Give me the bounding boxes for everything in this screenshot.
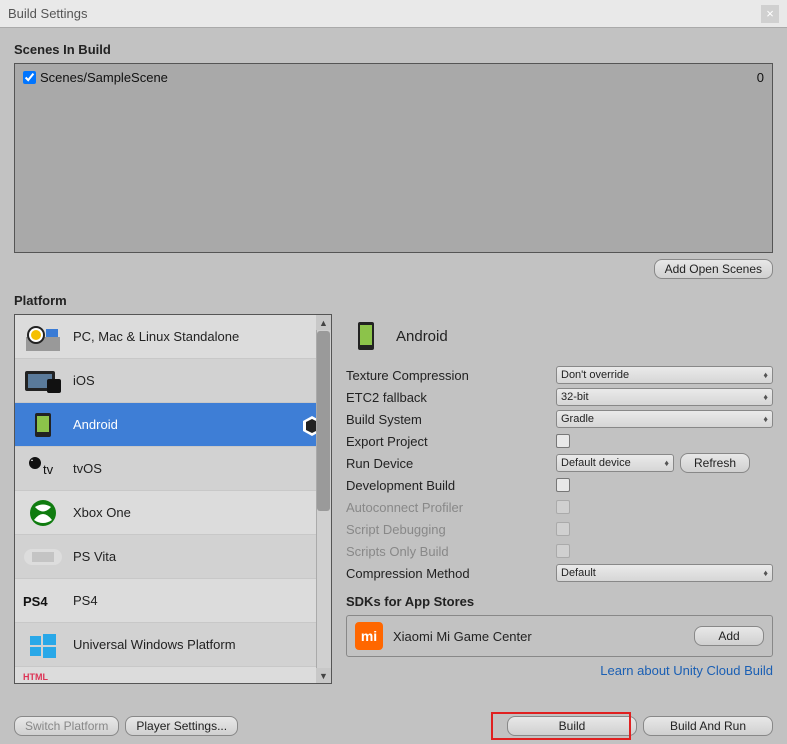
platform-item-ios[interactable]: iOS	[15, 359, 331, 403]
scene-index: 0	[757, 70, 768, 85]
sdk-name: Xiaomi Mi Game Center	[393, 629, 532, 644]
scenes-label: Scenes In Build	[14, 42, 773, 57]
scenes-list[interactable]: Scenes/SampleScene 0	[14, 63, 773, 253]
platform-item-label: PC, Mac & Linux Standalone	[73, 329, 239, 344]
build-system-label: Build System	[346, 412, 556, 427]
android-icon	[346, 321, 386, 351]
chevron-updown-icon: ♦	[763, 370, 768, 380]
development-build-label: Development Build	[346, 478, 556, 493]
scroll-thumb[interactable]	[317, 331, 330, 511]
titlebar: Build Settings ×	[0, 0, 787, 28]
platform-item-label: Xbox One	[73, 505, 131, 520]
platform-item-label: HTML	[23, 672, 48, 682]
run-device-dropdown[interactable]: Default device♦	[556, 454, 674, 472]
ios-icon	[23, 366, 63, 396]
platform-item-uwp[interactable]: Universal Windows Platform	[15, 623, 331, 667]
svg-text:PS4: PS4	[23, 594, 48, 609]
scene-checkbox[interactable]	[23, 71, 36, 84]
texture-compression-label: Texture Compression	[346, 368, 556, 383]
platform-settings-pane: Android Texture Compression Don't overri…	[346, 314, 773, 684]
sdk-row: mi Xiaomi Mi Game Center Add	[346, 615, 773, 657]
standalone-icon	[23, 322, 63, 352]
platform-item-label: PS Vita	[73, 549, 116, 564]
switch-platform-button[interactable]: Switch Platform	[14, 716, 119, 736]
scene-row[interactable]: Scenes/SampleScene 0	[19, 68, 768, 87]
ps4-icon: PS4	[23, 586, 63, 616]
compression-method-label: Compression Method	[346, 566, 556, 581]
scene-name: Scenes/SampleScene	[40, 70, 168, 85]
platform-item-label: Android	[73, 417, 118, 432]
footer: Switch Platform Player Settings... Build…	[14, 716, 773, 736]
platform-item-label: tvOS	[73, 461, 102, 476]
build-system-dropdown[interactable]: Gradle♦	[556, 410, 773, 428]
player-settings-button[interactable]: Player Settings...	[125, 716, 238, 736]
android-icon	[23, 410, 63, 440]
scroll-down-icon[interactable]: ▼	[316, 668, 331, 683]
xiaomi-icon: mi	[355, 622, 383, 650]
platform-list[interactable]: PC, Mac & Linux Standalone iOS Android	[14, 314, 332, 684]
platform-item-html[interactable]: HTML	[15, 667, 331, 684]
run-device-label: Run Device	[346, 456, 556, 471]
chevron-updown-icon: ♦	[664, 458, 669, 468]
platform-item-label: iOS	[73, 373, 95, 388]
etc2-fallback-label: ETC2 fallback	[346, 390, 556, 405]
script-debugging-checkbox	[556, 522, 570, 536]
svg-text:tv: tv	[43, 462, 54, 477]
cloud-build-link[interactable]: Learn about Unity Cloud Build	[346, 663, 773, 678]
autoconnect-profiler-checkbox	[556, 500, 570, 514]
sdk-add-button[interactable]: Add	[694, 626, 764, 646]
chevron-updown-icon: ♦	[763, 392, 768, 402]
platform-label: Platform	[14, 293, 773, 308]
build-and-run-button[interactable]: Build And Run	[643, 716, 773, 736]
scripts-only-label: Scripts Only Build	[346, 544, 556, 559]
scroll-up-icon[interactable]: ▲	[316, 315, 331, 330]
export-project-checkbox[interactable]	[556, 434, 570, 448]
scripts-only-checkbox	[556, 544, 570, 558]
platform-item-psvita[interactable]: PS Vita	[15, 535, 331, 579]
psvita-icon	[23, 542, 63, 572]
autoconnect-profiler-label: Autoconnect Profiler	[346, 500, 556, 515]
build-button[interactable]: Build	[507, 716, 637, 736]
platform-item-label: PS4	[73, 593, 98, 608]
platform-item-tvos[interactable]: tv tvOS	[15, 447, 331, 491]
chevron-updown-icon: ♦	[763, 414, 768, 424]
compression-method-dropdown[interactable]: Default♦	[556, 564, 773, 582]
add-open-scenes-button[interactable]: Add Open Scenes	[654, 259, 773, 279]
script-debugging-label: Script Debugging	[346, 522, 556, 537]
selected-platform-title: Android	[396, 328, 448, 345]
refresh-button[interactable]: Refresh	[680, 453, 750, 473]
platform-item-standalone[interactable]: PC, Mac & Linux Standalone	[15, 315, 331, 359]
export-project-label: Export Project	[346, 434, 556, 449]
sdk-label: SDKs for App Stores	[346, 594, 773, 609]
scrollbar[interactable]: ▲ ▼	[316, 315, 331, 683]
window-title: Build Settings	[8, 6, 88, 21]
windows-icon	[23, 630, 63, 660]
xbox-icon	[23, 498, 63, 528]
etc2-fallback-dropdown[interactable]: 32-bit♦	[556, 388, 773, 406]
development-build-checkbox[interactable]	[556, 478, 570, 492]
close-icon: ×	[766, 6, 774, 21]
platform-item-label: Universal Windows Platform	[73, 637, 236, 652]
close-button[interactable]: ×	[761, 5, 779, 23]
tvos-icon: tv	[23, 454, 63, 484]
texture-compression-dropdown[interactable]: Don't override♦	[556, 366, 773, 384]
platform-item-ps4[interactable]: PS4 PS4	[15, 579, 331, 623]
platform-item-xboxone[interactable]: Xbox One	[15, 491, 331, 535]
build-settings-window: Build Settings × Scenes In Build Scenes/…	[0, 0, 787, 744]
chevron-updown-icon: ♦	[763, 568, 768, 578]
platform-item-android[interactable]: Android	[15, 403, 331, 447]
